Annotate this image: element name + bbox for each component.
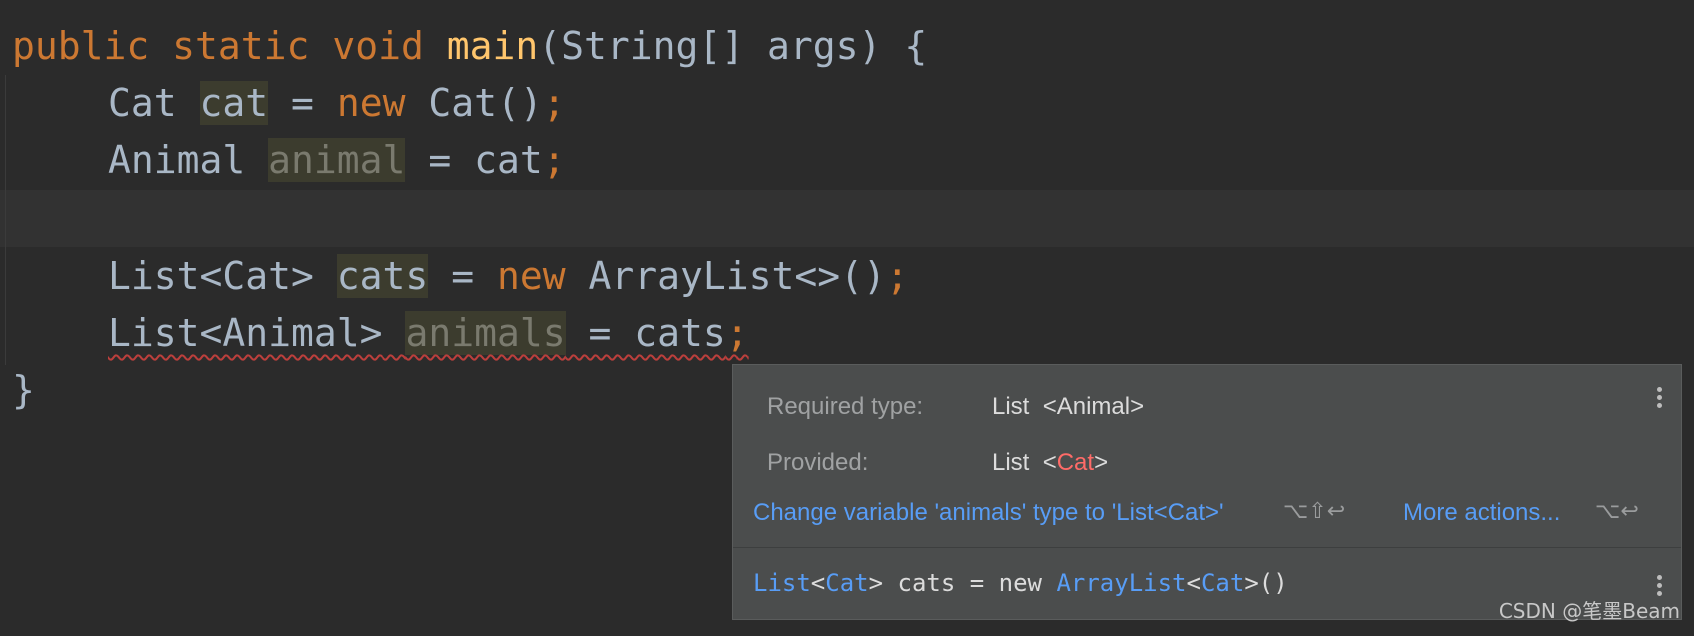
closing-brace: }	[12, 368, 35, 412]
required-type-label: Required type:	[767, 393, 924, 420]
fix-shortcut-hint: ⌥⇧↩	[1283, 499, 1346, 524]
code-line-2[interactable]: Cat cat = new Cat();	[108, 75, 566, 132]
assign-op: =	[428, 254, 497, 298]
sig-type-cat2: Cat	[1200, 569, 1245, 597]
more-actions-link[interactable]: More actions...	[1403, 499, 1560, 527]
sig-rest: > cats = new	[868, 569, 1057, 597]
type-name: List<Cat>	[108, 254, 314, 298]
sig-lt2: <	[1186, 569, 1201, 597]
sig-type-list: List	[753, 569, 811, 597]
generic-open: <	[1042, 449, 1057, 476]
generic-close: >	[1094, 449, 1109, 476]
provided-type-label: Provided:	[767, 449, 869, 476]
keyword-new: new	[496, 254, 566, 298]
sig-type-arraylist: ArrayList	[1056, 569, 1187, 597]
popup-divider	[733, 547, 1681, 548]
keyword-new: new	[336, 81, 406, 125]
assign-op: =	[268, 81, 337, 125]
required-type-name: List	[992, 393, 1030, 420]
constructor-call: ArrayList<>()	[565, 254, 886, 298]
variable-animals-error: animals	[405, 311, 566, 355]
type-name: List<Animal>	[108, 311, 383, 355]
keyword-public: public	[12, 24, 150, 68]
code-line-6-error[interactable]: List<Animal> animals = cats;	[108, 305, 749, 362]
declaration-signature[interactable]: List<Cat> cats = new ArrayList<Cat>()	[753, 569, 1288, 597]
method-params: (String[] args) {	[538, 24, 928, 68]
assign-expr: = cats	[565, 311, 726, 355]
more-actions-shortcut-hint: ⌥↩	[1595, 499, 1639, 524]
indent-guide	[5, 75, 6, 365]
provided-type-value: List <Cat>	[992, 449, 1108, 477]
keyword-void: void	[332, 24, 424, 68]
current-line-highlight	[0, 190, 1694, 247]
watermark: CSDN @笔墨Beam	[1498, 599, 1680, 623]
code-line-1[interactable]: public static void main(String[] args) {	[12, 18, 927, 75]
semicolon: ;	[542, 81, 566, 125]
assign-expr: = cat	[405, 138, 543, 182]
provided-type-name: List	[992, 449, 1030, 476]
sig-type-cat: Cat	[825, 569, 869, 597]
type-mismatch-popup: Required type: List <Animal> Provided: L…	[732, 364, 1682, 620]
keyword-static: static	[172, 24, 310, 68]
constructor-call: Cat()	[405, 81, 543, 125]
sig-end: >()	[1244, 569, 1288, 597]
method-name: main	[446, 24, 539, 68]
code-line-3[interactable]: Animal animal = cat;	[108, 132, 566, 189]
required-type-value: List <Animal>	[992, 393, 1144, 421]
type-name: Cat	[108, 81, 177, 125]
provided-type-generic-mismatch: Cat	[1056, 449, 1095, 476]
required-type-generic: <Animal>	[1042, 393, 1145, 420]
variable-animal-unused: animal	[268, 138, 406, 182]
popup-options-icon[interactable]	[1657, 387, 1663, 411]
type-name: Animal	[108, 138, 246, 182]
semicolon: ;	[542, 138, 566, 182]
semicolon: ;	[885, 254, 909, 298]
change-variable-type-action[interactable]: Change variable 'animals' type to 'List<…	[753, 499, 1224, 527]
variable-cat: cat	[199, 81, 269, 125]
sig-lt: <	[810, 569, 826, 597]
code-line-5[interactable]: List<Cat> cats = new ArrayList<>();	[108, 248, 909, 305]
semicolon: ;	[725, 311, 749, 355]
variable-cats: cats	[336, 254, 429, 298]
